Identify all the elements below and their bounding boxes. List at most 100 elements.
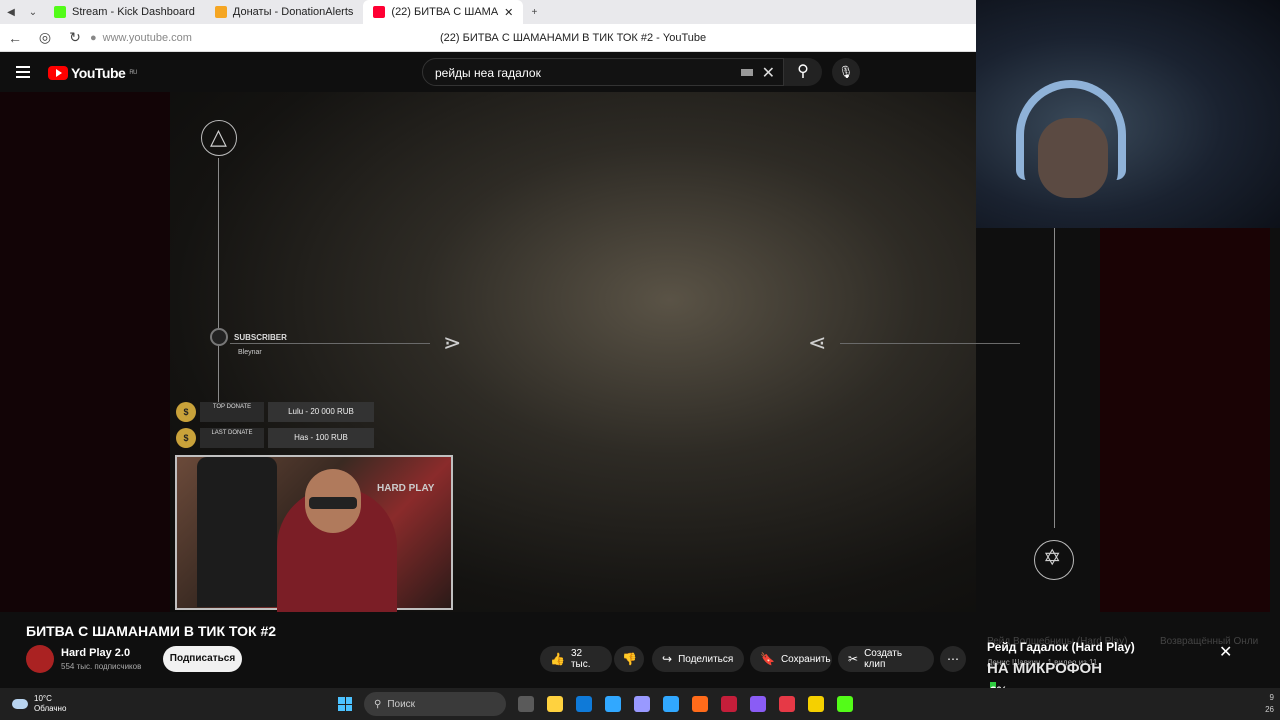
teams-icon[interactable] [808,696,824,712]
dollar-coin-icon: $ [176,428,196,448]
subscriber-icon [210,328,228,346]
url-field[interactable]: www.youtube.com [103,32,403,44]
illustrator-icon[interactable] [721,696,737,712]
webcam-overlay [976,0,1280,228]
keyboard-icon[interactable] [741,69,753,76]
playlist-title[interactable]: Рейд Гадалок (Hard Play) [987,640,1135,654]
tab-donationalerts[interactable]: Донаты - DonationAlerts [205,0,364,24]
video-player[interactable] [0,92,976,612]
edge-icon[interactable] [576,696,592,712]
weather-condition: Облачно [34,704,67,713]
tray-date-fragment: 26 [1265,705,1274,714]
tab-list-chevron-icon[interactable]: ⌄ [22,7,44,18]
overlay-line-h-right [840,343,1020,344]
search-button[interactable]: ⚲ [784,58,822,86]
cam-brand-sign: HARD PLAY [377,483,435,494]
thumbs-up-icon: 👍 [550,652,565,666]
tab-label: (22) БИТВА С ШАМА [391,6,499,18]
davinci-icon[interactable] [750,696,766,712]
reload-icon[interactable]: ↻ [60,29,90,46]
channel-name[interactable]: Hard Play 2.0 [61,647,130,659]
youtube-favicon-icon [373,6,386,18]
scissors-icon: ✂ [848,652,859,666]
close-icon[interactable]: ✕ [1219,642,1232,662]
microphone-icon: 🎙 [838,65,854,79]
dislike-button[interactable]: 👎 [614,646,644,672]
address-bar: ← ◎ ↻ ● www.youtube.com (22) БИТВА С ШАМ… [0,24,976,52]
close-tab-icon[interactable]: ✕ [504,6,513,19]
more-actions-button[interactable]: ⋯ [940,646,966,672]
tab-youtube[interactable]: (22) БИТВА С ШАМА ✕ [363,0,524,24]
subscribe-button[interactable]: Подписаться [163,646,242,672]
last-donate-value: Has - 100 RUB [268,428,374,448]
top-donate-label: TOP DONATE [200,402,264,422]
video-title: БИТВА С ШАМАНАМИ В ТИК ТОК #2 [26,623,277,639]
system-tray[interactable]: 9 26 [1265,692,1274,716]
dollar-coin-icon: $ [176,402,196,422]
yandex-browser-icon[interactable] [837,696,853,712]
share-button[interactable]: ↪ Поделиться [652,646,744,672]
last-donate-row: $ LAST DONATE Has - 100 RUB [176,428,374,448]
windows-start-icon[interactable] [338,697,352,711]
headphones [1016,80,1126,180]
gaming-chair [197,457,277,607]
tab-kick[interactable]: Stream - Kick Dashboard [44,0,205,24]
shield-icon[interactable]: ◎ [30,29,60,46]
tab-label: Stream - Kick Dashboard [72,6,195,18]
wps-icon[interactable] [779,696,795,712]
speaker-icon[interactable]: ◀ [0,7,22,18]
photoshop-icon[interactable] [692,696,708,712]
temperature: 10°C [34,694,52,703]
tab-label: Донаты - DonationAlerts [232,6,354,18]
premiere-icon[interactable] [663,696,679,712]
overlay-line-right [1054,228,1055,528]
subscriber-count: 554 тыс. подписчиков [61,662,142,671]
back-icon[interactable]: ← [0,30,30,46]
youtube-header: YouTube RU рейды неа гадалок ✕ ⚲ 🎙 [0,52,976,92]
search-input[interactable]: рейды неа гадалок ✕ [422,58,784,86]
windows-taskbar: 10°C Облачно ⚲ Поиск 9 26 [0,688,1280,720]
youtube-logo[interactable]: YouTube RU [48,65,137,81]
bookmark-icon: 🔖 [760,652,775,666]
search-icon: ⚲ [797,63,809,80]
streamer-camera: HARD PLAY [175,455,453,612]
page-title: (22) БИТВА С ШАМАНАМИ В ТИК ТОК #2 - You… [440,31,707,44]
voice-search-button[interactable]: 🎙 [832,58,860,86]
arrow-left-icon: ⋖ [808,330,827,355]
overlay-line-left [218,158,219,408]
weather-widget[interactable]: 10°C Облачно [12,694,66,714]
clip-label: Создать клип [864,648,903,670]
logo-text: YouTube [71,65,126,81]
video-info: БИТВА С ШАМАНАМИ В ТИК ТОК #2 Hard Play … [0,612,976,688]
lock-icon: ● [90,31,97,44]
playlist-overlay: Рейд Волшебницы (Hard Play) Возвращённый… [976,628,1280,702]
file-explorer-icon[interactable] [547,696,563,712]
store-icon[interactable] [605,696,621,712]
browser-tab-bar: ◀ ⌄ Stream - Kick Dashboard Донаты - Don… [0,0,976,24]
new-tab-icon[interactable]: + [523,7,545,18]
clear-search-icon[interactable]: ✕ [762,63,775,83]
region-code: RU [129,70,137,76]
kick-favicon-icon [54,6,66,18]
search-placeholder: Поиск [387,698,416,710]
last-donate-label: LAST DONATE [200,428,264,448]
subscriber-name: Bleynar [238,349,262,356]
star-glyph-icon: ✡ [1043,545,1062,570]
menu-icon[interactable] [16,66,30,78]
triangle-glyph-icon: △ [210,124,227,149]
taskbar-search-input[interactable]: ⚲ Поиск [364,692,506,716]
youtube-play-icon [48,66,68,80]
task-view-icon[interactable] [518,696,534,712]
channel-avatar[interactable] [26,645,54,673]
outlook-icon[interactable] [634,696,650,712]
save-button[interactable]: 🔖 Сохранить [750,646,832,672]
search-icon: ⚲ [374,698,382,710]
video-right-panel [1100,228,1270,612]
subscriber-label: SUBSCRIBER [234,332,287,342]
like-button[interactable]: 👍 32 тыс. [540,646,612,672]
like-count: 32 тыс. [570,648,591,670]
donationalerts-favicon-icon [214,6,227,18]
sunglasses [309,497,357,509]
clip-button[interactable]: ✂ Создать клип [838,646,934,672]
top-donate-value: Lulu - 20 000 RUB [268,402,374,422]
